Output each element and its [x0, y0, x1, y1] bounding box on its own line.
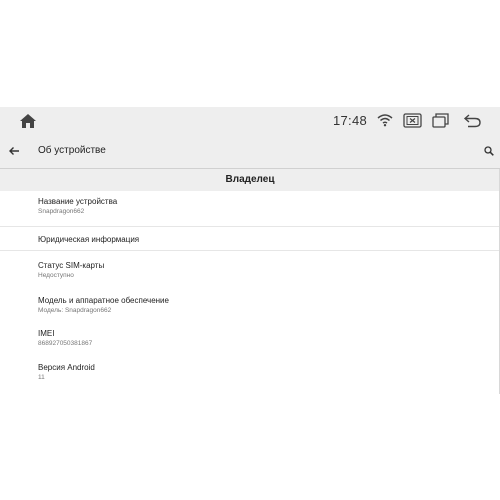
list-item-subtitle: Модель: Snapdragon662 — [38, 307, 112, 314]
back-arrow-icon[interactable] — [463, 113, 482, 128]
list-item-legal-info[interactable]: Юридическая информация — [0, 227, 500, 251]
list-item-title: Модель и аппаратное обеспечение — [38, 296, 169, 305]
wifi-icon — [377, 114, 393, 127]
list-item-model-hardware[interactable]: Модель и аппаратное обеспечение Модель: … — [0, 286, 500, 319]
list-item-title: Версия Android — [38, 363, 95, 372]
app-bar: Об устройстве — [0, 135, 500, 169]
settings-screen: 17:48 Об устройстве Владелец Название ус… — [0, 107, 500, 394]
back-icon[interactable] — [8, 145, 20, 157]
list-item-imei[interactable]: IMEI 868927050381867 — [0, 319, 500, 357]
list-item-android-version[interactable]: Версия Android 11 — [0, 357, 500, 394]
list-item-title: Название устройства — [38, 197, 118, 206]
list-item-subtitle: 868927050381867 — [38, 340, 93, 347]
section-header: Владелец — [0, 169, 500, 191]
list-item-title: Юридическая информация — [38, 235, 140, 244]
list-item-sim-status[interactable]: Статус SIM-карты Недоступно — [0, 251, 500, 286]
list-item-device-name[interactable]: Название устройства Snapdragon662 — [0, 191, 500, 227]
list-item-title: IMEI — [38, 329, 55, 338]
status-bar: 17:48 — [0, 107, 500, 135]
list-item-title: Статус SIM-карты — [38, 261, 105, 270]
home-icon[interactable] — [19, 113, 37, 129]
page-title: Об устройстве — [38, 145, 106, 156]
close-box-icon[interactable] — [403, 113, 422, 128]
recents-icon[interactable] — [432, 113, 449, 128]
clock: 17:48 — [333, 113, 368, 128]
search-icon[interactable] — [484, 146, 494, 156]
list-item-subtitle: Snapdragon662 — [38, 208, 85, 215]
settings-list: Название устройства Snapdragon662 Юридич… — [0, 191, 500, 394]
list-item-subtitle: 11 — [38, 374, 45, 381]
list-item-subtitle: Недоступно — [38, 272, 74, 279]
